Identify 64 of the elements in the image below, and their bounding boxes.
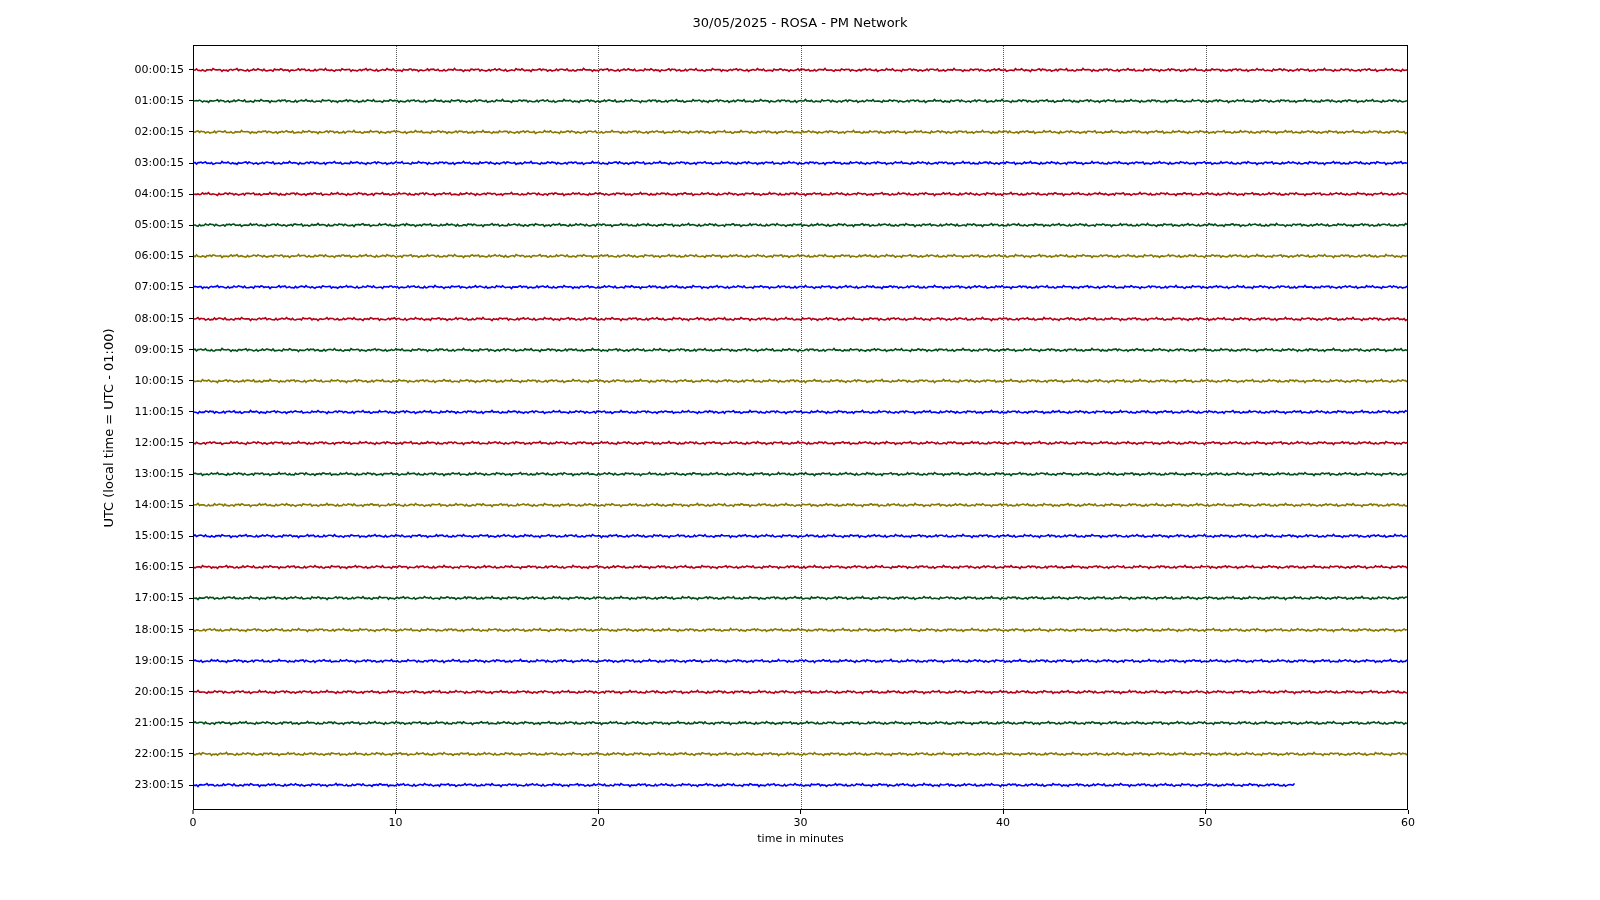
tick-mark	[189, 442, 193, 444]
tick-mark	[597, 810, 599, 814]
tick-mark	[189, 753, 193, 755]
tick-mark	[189, 193, 193, 195]
time-label: 08:00:15	[134, 310, 184, 327]
tick-mark	[1205, 810, 1206, 814]
tick-mark	[189, 131, 193, 133]
tick-mark	[189, 69, 193, 71]
time-label: 20:00:15	[134, 683, 184, 700]
minute-label: 60	[1401, 816, 1415, 830]
tick-mark	[189, 411, 193, 413]
minute-label: 10	[388, 816, 403, 830]
y-axis-label: UTC (local time = UTC - 01:00)	[101, 327, 117, 528]
tick-mark	[189, 597, 193, 599]
tick-mark	[189, 162, 193, 164]
tick-mark	[189, 722, 193, 724]
chart-title: 30/05/2025 - ROSA - PM Network	[692, 15, 908, 31]
time-label: 02:00:15	[134, 123, 184, 140]
time-label: 13:00:15	[134, 466, 184, 482]
time-label: 03:00:15	[134, 155, 184, 171]
time-label: 11:00:15	[134, 403, 184, 420]
minute-label: 30	[793, 816, 808, 830]
time-label: 14:00:15	[134, 497, 184, 514]
time-label: 01:00:15	[134, 92, 184, 109]
minute-label: 50	[1198, 816, 1213, 830]
tick-mark	[189, 349, 193, 351]
time-label: 00:00:15	[134, 61, 184, 78]
time-label: 09:00:15	[134, 341, 184, 358]
time-label: 10:00:15	[134, 372, 184, 389]
time-label: 15:00:15	[134, 528, 184, 545]
tick-mark	[189, 566, 193, 568]
time-label: 06:00:15	[134, 248, 184, 265]
time-label: 12:00:15	[134, 434, 184, 451]
time-label: 21:00:15	[134, 714, 184, 731]
tick-mark	[189, 784, 193, 786]
time-label: 18:00:15	[134, 621, 184, 638]
tick-mark	[1407, 810, 1409, 814]
time-label: 19:00:15	[134, 652, 184, 669]
minute-label: 20	[591, 816, 605, 830]
x-axis-label: time in minutes	[757, 832, 844, 846]
tick-mark	[800, 810, 801, 814]
minute-label: 0	[189, 816, 197, 830]
tick-mark	[395, 810, 396, 814]
tick-mark	[189, 473, 193, 475]
tick-mark	[189, 318, 193, 319]
tick-mark	[189, 255, 193, 257]
time-label: 16:00:15	[134, 559, 184, 576]
time-label: 07:00:15	[134, 279, 184, 296]
time-label: 04:00:15	[134, 186, 184, 203]
tick-mark	[189, 629, 193, 630]
minute-label: 40	[996, 816, 1010, 830]
tick-mark	[189, 100, 193, 102]
tick-mark	[189, 535, 193, 537]
tick-mark	[189, 504, 193, 506]
time-label: 05:00:15	[134, 217, 184, 234]
tick-mark	[189, 660, 193, 662]
time-label: 22:00:15	[134, 745, 184, 762]
tick-mark	[1002, 810, 1004, 814]
tick-mark	[189, 224, 193, 226]
tick-mark	[189, 286, 193, 288]
tick-mark	[189, 691, 193, 693]
time-label: 17:00:15	[134, 590, 184, 607]
tick-mark	[189, 380, 193, 382]
time-label: 23:00:15	[134, 777, 184, 793]
